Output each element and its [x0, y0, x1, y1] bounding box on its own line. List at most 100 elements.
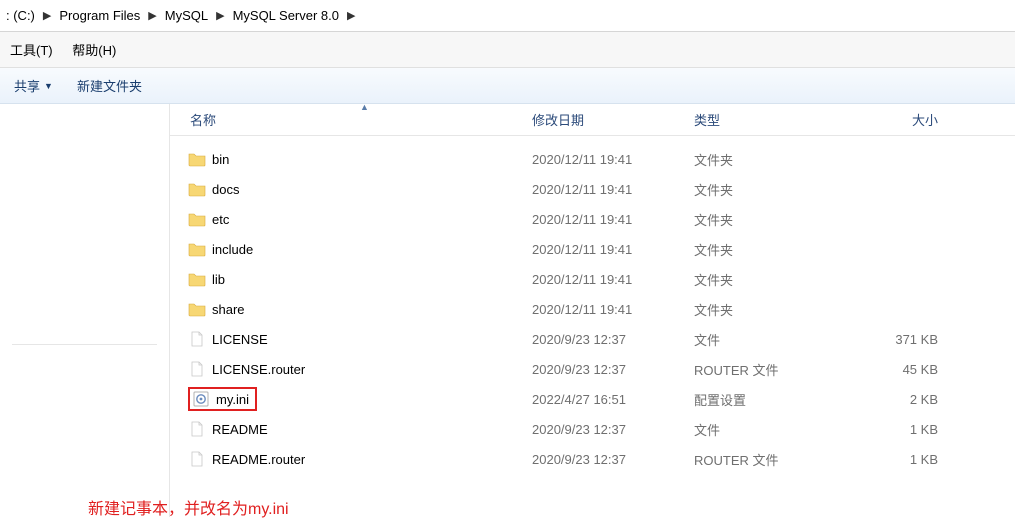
highlight-box: my.ini	[188, 387, 257, 411]
breadcrumb-item-mysql-server[interactable]: MySQL Server 8.0	[229, 6, 343, 25]
file-row[interactable]: share 2020/12/11 19:41文件夹	[170, 294, 1015, 324]
breadcrumb-item-mysql[interactable]: MySQL	[161, 6, 212, 25]
folder-icon	[188, 180, 206, 198]
column-size[interactable]: 大小	[850, 110, 968, 129]
file-name-label: docs	[212, 182, 239, 197]
file-icon	[188, 330, 206, 348]
menu-tools[interactable]: 工具(T)	[2, 38, 61, 61]
file-date-cell: 2020/12/11 19:41	[532, 302, 694, 317]
file-name-cell: my.ini	[170, 387, 532, 411]
file-date-cell: 2020/9/23 12:37	[532, 362, 694, 377]
chevron-right-icon[interactable]: ▶	[343, 9, 359, 22]
file-icon	[188, 360, 206, 378]
file-name-cell: LICENSE.router	[170, 360, 532, 378]
file-name-cell: include	[170, 240, 532, 258]
share-label: 共享	[14, 76, 40, 95]
file-type-cell: 文件夹	[694, 180, 850, 199]
file-name-label: lib	[212, 272, 225, 287]
column-name[interactable]: 名称	[170, 110, 532, 129]
chevron-right-icon[interactable]: ▶	[144, 9, 160, 22]
folder-icon	[188, 210, 206, 228]
file-name-cell: bin	[170, 150, 532, 168]
file-row[interactable]: LICENSE.router 2020/9/23 12:37ROUTER 文件45…	[170, 354, 1015, 384]
folder-icon	[188, 300, 206, 318]
file-date-cell: 2020/9/23 12:37	[532, 452, 694, 467]
folder-icon	[188, 150, 206, 168]
file-type-cell: 文件	[694, 420, 850, 439]
file-type-cell: 文件夹	[694, 270, 850, 289]
file-row[interactable]: LICENSE 2020/9/23 12:37文件371 KB	[170, 324, 1015, 354]
content-area: ▲ 名称 修改日期 类型 大小 bin2020/12/11 19:41文件夹do…	[0, 104, 1015, 517]
navigation-pane[interactable]	[0, 104, 170, 517]
column-headers: ▲ 名称 修改日期 类型 大小	[170, 104, 1015, 136]
file-name-label: my.ini	[216, 392, 249, 407]
file-name-label: LICENSE.router	[212, 362, 305, 377]
menu-help[interactable]: 帮助(H)	[64, 38, 124, 61]
file-date-cell: 2020/9/23 12:37	[532, 422, 694, 437]
file-rows-container: bin2020/12/11 19:41文件夹docs2020/12/11 19:…	[170, 136, 1015, 474]
folder-icon	[188, 240, 206, 258]
file-size-cell: 2 KB	[850, 392, 968, 407]
file-date-cell: 2020/12/11 19:41	[532, 242, 694, 257]
file-type-cell: 文件夹	[694, 300, 850, 319]
file-row[interactable]: etc 2020/12/11 19:41文件夹	[170, 204, 1015, 234]
file-size-cell: 1 KB	[850, 452, 968, 467]
file-name-cell: LICENSE	[170, 330, 532, 348]
file-row[interactable]: bin 2020/12/11 19:41文件夹	[170, 144, 1015, 174]
file-type-cell: 文件	[694, 330, 850, 349]
chevron-right-icon[interactable]: ▶	[39, 9, 55, 22]
share-button[interactable]: 共享 ▼	[14, 76, 53, 95]
file-row[interactable]: include 2020/12/11 19:41文件夹	[170, 234, 1015, 264]
file-name-cell: share	[170, 300, 532, 318]
file-name-cell: etc	[170, 210, 532, 228]
file-type-cell: ROUTER 文件	[694, 360, 850, 379]
file-name-cell: README	[170, 420, 532, 438]
file-type-cell: 文件夹	[694, 150, 850, 169]
file-date-cell: 2022/4/27 16:51	[532, 392, 694, 407]
sort-indicator-icon: ▲	[360, 102, 369, 112]
file-size-cell: 45 KB	[850, 362, 968, 377]
file-date-cell: 2020/9/23 12:37	[532, 332, 694, 347]
divider	[12, 344, 157, 345]
file-name-label: share	[212, 302, 245, 317]
file-icon	[188, 450, 206, 468]
file-icon	[188, 420, 206, 438]
menu-bar: 工具(T) 帮助(H)	[0, 32, 1015, 68]
file-type-cell: 文件夹	[694, 210, 850, 229]
file-row[interactable]: lib 2020/12/11 19:41文件夹	[170, 264, 1015, 294]
file-name-label: README	[212, 422, 268, 437]
file-name-label: include	[212, 242, 253, 257]
new-folder-button[interactable]: 新建文件夹	[77, 76, 142, 95]
file-date-cell: 2020/12/11 19:41	[532, 272, 694, 287]
file-row[interactable]: README.router 2020/9/23 12:37ROUTER 文件1 K…	[170, 444, 1015, 474]
file-date-cell: 2020/12/11 19:41	[532, 212, 694, 227]
file-size-cell: 1 KB	[850, 422, 968, 437]
chevron-right-icon[interactable]: ▶	[212, 9, 228, 22]
folder-icon	[188, 270, 206, 288]
file-type-cell: 配置设置	[694, 390, 850, 409]
breadcrumb-item-program-files[interactable]: Program Files	[55, 6, 144, 25]
file-row[interactable]: README 2020/9/23 12:37文件1 KB	[170, 414, 1015, 444]
file-row[interactable]: my.ini 2022/4/27 16:51配置设置2 KB	[170, 384, 1015, 414]
file-name-cell: README.router	[170, 450, 532, 468]
annotation-text: 新建记事本，并改名为my.ini	[88, 495, 289, 519]
column-type[interactable]: 类型	[694, 110, 850, 129]
file-name-label: etc	[212, 212, 229, 227]
file-name-label: README.router	[212, 452, 305, 467]
file-date-cell: 2020/12/11 19:41	[532, 182, 694, 197]
file-name-label: bin	[212, 152, 229, 167]
file-row[interactable]: docs 2020/12/11 19:41文件夹	[170, 174, 1015, 204]
chevron-down-icon: ▼	[44, 81, 53, 91]
breadcrumb-item-drive[interactable]: : (C:)	[2, 6, 39, 25]
file-list: ▲ 名称 修改日期 类型 大小 bin2020/12/11 19:41文件夹do…	[170, 104, 1015, 517]
file-size-cell: 371 KB	[850, 332, 968, 347]
toolbar: 共享 ▼ 新建文件夹	[0, 68, 1015, 104]
file-date-cell: 2020/12/11 19:41	[532, 152, 694, 167]
file-type-cell: 文件夹	[694, 240, 850, 259]
file-type-cell: ROUTER 文件	[694, 450, 850, 469]
breadcrumb: : (C:) ▶ Program Files ▶ MySQL ▶ MySQL S…	[0, 0, 1015, 32]
column-date[interactable]: 修改日期	[532, 110, 694, 129]
file-name-label: LICENSE	[212, 332, 268, 347]
file-name-cell: docs	[170, 180, 532, 198]
config-file-icon	[192, 390, 210, 408]
